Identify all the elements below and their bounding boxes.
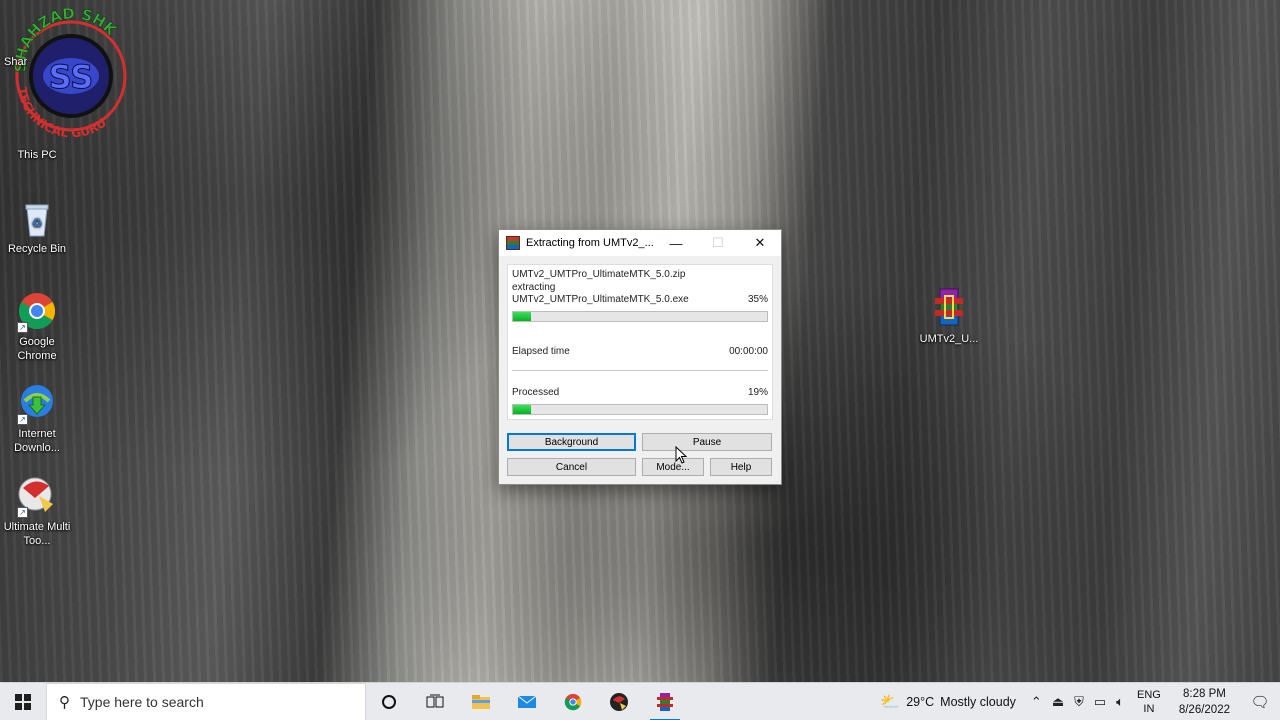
help-button[interactable]: Help bbox=[710, 458, 772, 476]
weather-text: Mostly cloudy bbox=[940, 694, 1016, 709]
weather-widget[interactable]: ⛅ 29°C Mostly cloudy bbox=[870, 692, 1026, 712]
chevron-up-icon[interactable]: ⌃ bbox=[1026, 694, 1047, 710]
taskbar-search[interactable]: ⚲ Type here to search bbox=[46, 682, 366, 720]
volume-icon[interactable]: 🔈︎ bbox=[1111, 694, 1129, 710]
shortcut-arrow-icon: ↗ bbox=[17, 507, 28, 518]
search-icon: ⚲ bbox=[59, 693, 70, 711]
action-text: extracting bbox=[512, 281, 556, 293]
elapsed-label: Elapsed time bbox=[512, 345, 570, 357]
shortcut-arrow-icon: ↗ bbox=[17, 322, 28, 333]
maximize-button: ☐ bbox=[712, 235, 724, 250]
cancel-button[interactable]: Cancel bbox=[507, 458, 636, 476]
recycle-bin-icon: ♻ bbox=[15, 196, 59, 240]
processed-percent: 19% bbox=[747, 387, 768, 398]
winrar-archive-icon bbox=[927, 286, 971, 330]
chrome-taskbar-icon[interactable] bbox=[550, 683, 596, 720]
chrome-icon: ↗ bbox=[15, 289, 59, 333]
svg-text:♻: ♻ bbox=[32, 216, 43, 230]
channel-logo: SS SHAHZAD SHK TECHNICAL GURU bbox=[8, 4, 134, 142]
desktop-icon-ultimate-multi-tool[interactable]: ↗ Ultimate Multi Too... bbox=[0, 474, 74, 548]
mouse-cursor-icon bbox=[675, 446, 687, 464]
mode-button[interactable]: Mode... bbox=[642, 458, 704, 476]
defender-icon[interactable]: ⛨ bbox=[1069, 694, 1089, 710]
close-button[interactable]: ✕ bbox=[739, 230, 781, 256]
background-button[interactable]: Background bbox=[507, 433, 636, 451]
start-button[interactable] bbox=[0, 683, 46, 720]
desktop-icon-recycle-bin[interactable]: ♻ Recycle Bin bbox=[0, 196, 74, 256]
file-explorer-icon[interactable] bbox=[458, 683, 504, 720]
divider bbox=[512, 370, 768, 371]
progress-panel: UMTv2_UMTPro_UltimateMTK_5.0.zip extract… bbox=[507, 264, 773, 420]
usb-icon[interactable]: ⏏ bbox=[1047, 694, 1069, 710]
umt-icon: ↗ bbox=[15, 474, 59, 518]
pause-button[interactable]: Pause bbox=[642, 433, 772, 451]
shortcut-arrow-icon: ↗ bbox=[17, 414, 28, 425]
search-placeholder: Type here to search bbox=[80, 693, 204, 710]
partly-cloudy-icon: ⛅ bbox=[880, 693, 901, 711]
desktop-partial-label: Shar bbox=[4, 56, 28, 68]
desktop-icon-label: Ultimate Multi Too... bbox=[3, 521, 71, 547]
desktop-icon-umtv2-archive[interactable]: UMTv2_U... bbox=[912, 286, 986, 346]
winrar-taskbar-icon[interactable] bbox=[642, 683, 688, 720]
winrar-icon bbox=[506, 236, 520, 250]
current-file-name: UMTv2_UMTPro_UltimateMTK_5.0.exe bbox=[512, 294, 689, 305]
system-tray: ⛅ 29°C Mostly cloudy ⌃ ⏏ ⛨ ▭ 🔈︎ ENG IN 8… bbox=[870, 683, 1280, 720]
network-icon[interactable]: ▭ bbox=[1089, 694, 1111, 710]
elapsed-value: 00:00:00 bbox=[729, 345, 768, 357]
task-view-icon[interactable] bbox=[412, 683, 458, 720]
desktop-icon-label: Recycle Bin bbox=[7, 243, 67, 255]
minimize-button[interactable]: — bbox=[655, 230, 697, 256]
weather-temp: 29°C bbox=[906, 694, 935, 709]
svg-text:SS: SS bbox=[49, 58, 94, 96]
dialog-titlebar[interactable]: Extracting from UMTv2_... — ☐ ✕ bbox=[499, 230, 781, 256]
language-indicator[interactable]: ENG IN bbox=[1129, 688, 1169, 716]
taskbar: ⚲ Type here to search ⛅ 29°C Mostly clou… bbox=[0, 682, 1280, 720]
extract-dialog: Extracting from UMTv2_... — ☐ ✕ UMTv2_UM… bbox=[498, 229, 782, 485]
processed-progress-fill bbox=[513, 404, 531, 414]
desktop-icon-label: This PC bbox=[17, 149, 57, 161]
processed-label: Processed bbox=[512, 387, 560, 398]
internet-download-manager-icon: ↗ bbox=[15, 381, 59, 425]
cortana-icon[interactable] bbox=[366, 683, 412, 720]
mail-icon[interactable] bbox=[504, 683, 550, 720]
file-percent: 35% bbox=[747, 294, 768, 305]
clock-date: 8/26/2022 bbox=[1178, 703, 1230, 716]
file-progress-bar bbox=[512, 310, 768, 322]
desktop-icon-google-chrome[interactable]: ↗ Google Chrome bbox=[0, 289, 74, 363]
file-progress-fill bbox=[513, 311, 531, 321]
clock-time: 8:28 PM bbox=[1183, 687, 1226, 700]
umt-taskbar-icon[interactable] bbox=[596, 683, 642, 720]
dialog-title: Extracting from UMTv2_... bbox=[526, 237, 654, 249]
desktop-icon-this-pc[interactable]: This PC bbox=[0, 148, 74, 162]
notifications-icon[interactable]: 🗨︎ bbox=[1240, 693, 1280, 711]
clock[interactable]: 8:28 PM 8/26/2022 bbox=[1169, 686, 1240, 718]
archive-name: UMTv2_UMTPro_UltimateMTK_5.0.zip bbox=[512, 269, 686, 280]
processed-progress-bar bbox=[512, 403, 768, 415]
desktop-icon-internet-download-manager[interactable]: ↗ Internet Downlo... bbox=[0, 381, 74, 455]
desktop-icon-label: Internet Downlo... bbox=[14, 428, 60, 454]
windows-logo-icon bbox=[15, 693, 31, 710]
desktop-icon-label: Google Chrome bbox=[17, 336, 57, 362]
desktop-icon-label: UMTv2_U... bbox=[919, 333, 979, 345]
